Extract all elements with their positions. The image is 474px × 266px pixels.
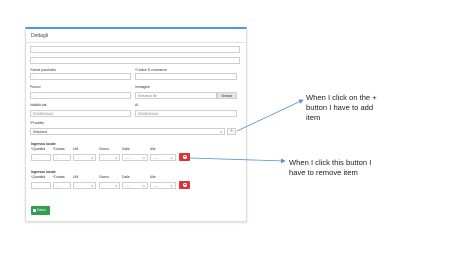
remove-annotation: When I click this button I have to remov… — [289, 158, 371, 178]
add-note-line: button I have to add — [306, 103, 374, 112]
add-note-line: When I click on the + — [306, 93, 377, 102]
add-note-line: item — [306, 113, 321, 122]
remove-note-line: have to remove item — [289, 168, 358, 177]
add-arrow — [236, 99, 304, 132]
remove-arrow — [189, 157, 286, 164]
add-annotation: When I click on the + button I have to a… — [306, 93, 377, 123]
remove-note-line: When I click this button I — [289, 158, 372, 167]
annotation-arrows — [189, 99, 304, 164]
